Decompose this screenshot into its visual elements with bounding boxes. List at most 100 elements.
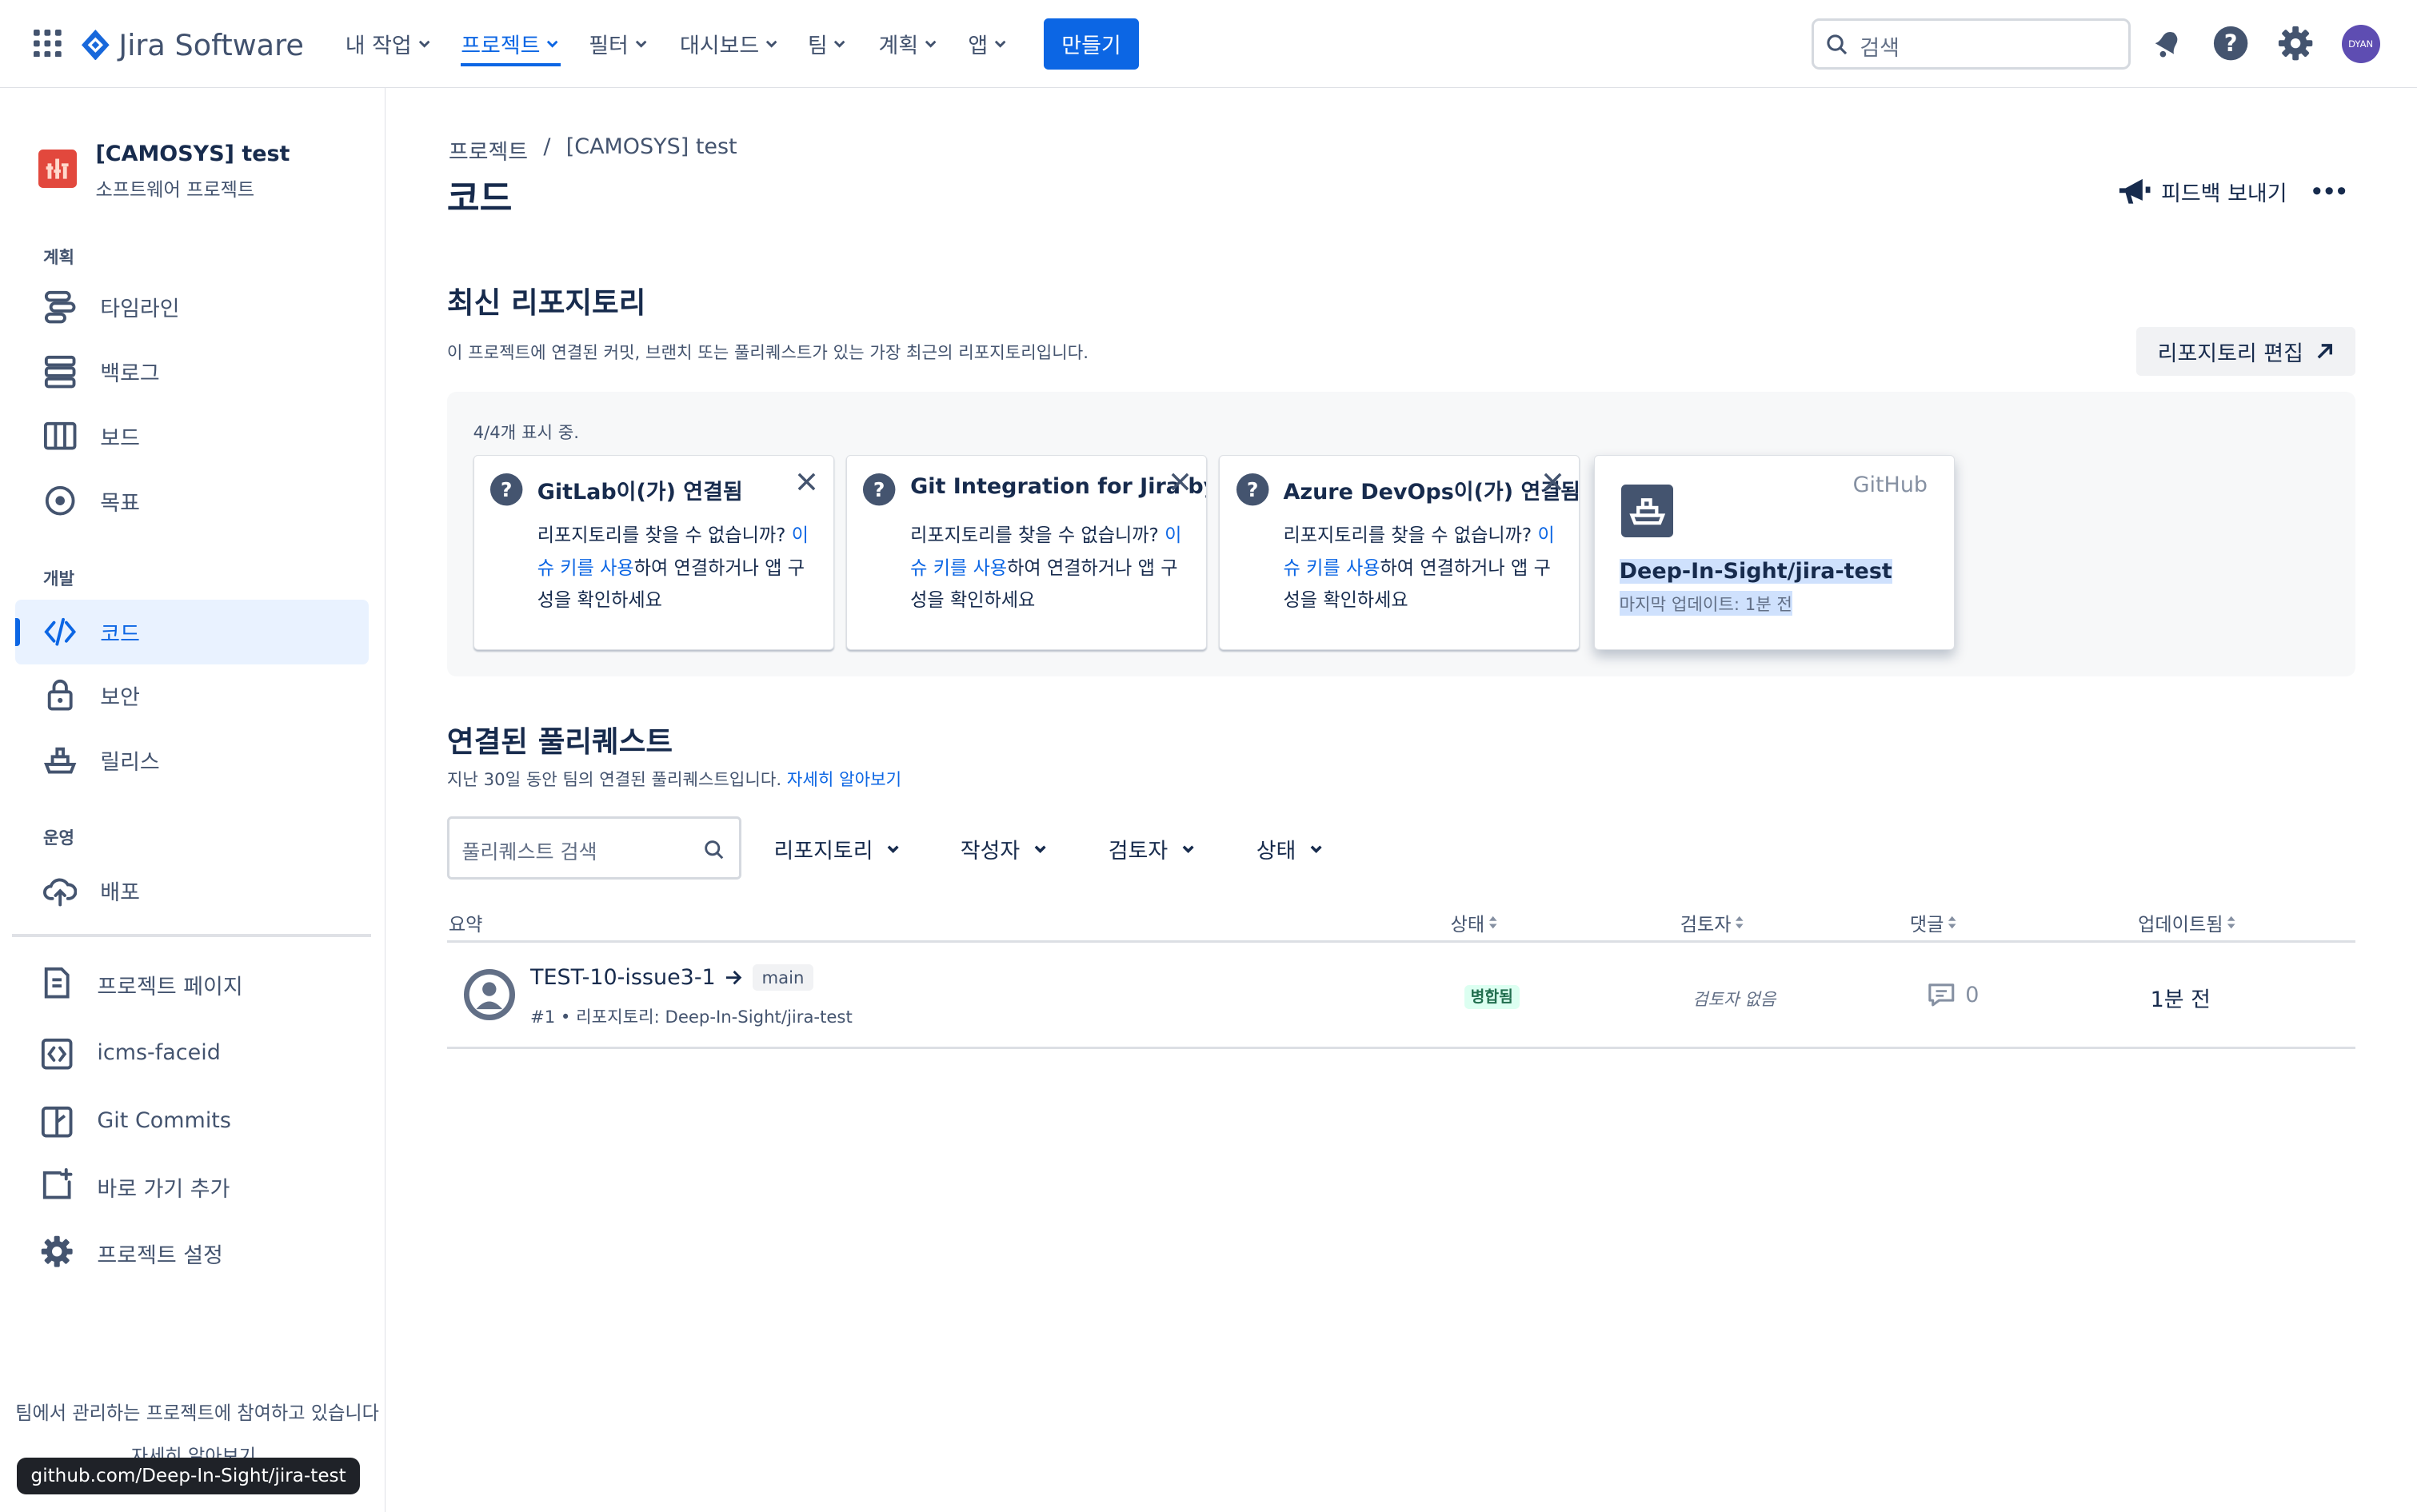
sidebar-item-timeline[interactable]: 타임라인 <box>15 274 368 339</box>
filter-repository[interactable]: 리포지토리 <box>774 829 901 869</box>
sidebar-link-label: Git Commits <box>97 1107 231 1133</box>
table-row[interactable]: TEST-10-issue3-1 main #1 • 리포지토리: Deep-I… <box>446 944 2355 1050</box>
product-name: Jira Software <box>118 27 304 62</box>
repo-card-azure-devops[interactable]: ? Azure DevOps이(가) 연결됨 리포지토리를 찾을 수 없습니까?… <box>1219 454 1580 651</box>
question-circle-icon: ? <box>1236 473 1269 506</box>
nav-filters[interactable]: 필터 <box>589 0 649 88</box>
sidebar-link-project-pages[interactable]: 프로젝트 페이지 <box>15 952 368 1014</box>
sidebar-link-project-settings[interactable]: 프로젝트 설정 <box>15 1220 368 1282</box>
comment-count: 0 <box>1927 982 1979 1008</box>
avatar[interactable]: DYAN <box>2341 24 2380 63</box>
column-updated[interactable]: 업데이트됨 <box>2138 909 2237 936</box>
nav-projects[interactable]: 프로젝트 <box>461 0 561 88</box>
repo-card-help: 리포지토리를 찾을 수 없습니까? 이슈 키를 사용하여 연결하거나 앱 구성을… <box>1284 520 1558 616</box>
code-brackets-icon <box>42 1038 73 1070</box>
sort-icon <box>2227 916 2235 929</box>
megaphone-icon <box>2119 178 2151 204</box>
url-tooltip: github.com/Deep-In-Sight/jira-test <box>17 1458 360 1495</box>
chevron-down-icon <box>635 41 647 48</box>
pr-search-input[interactable]: 풀리퀘스트 검색 <box>446 816 742 880</box>
filter-label: 검토자 <box>1108 839 1169 864</box>
app-switcher-icon[interactable] <box>34 29 62 58</box>
sidebar-item-label: 보안 <box>100 684 140 710</box>
breadcrumb-projects[interactable]: 프로젝트 <box>449 134 528 166</box>
repo-card-git-integration[interactable]: ? Git Integration for Jira by GitKraken … <box>846 454 1208 651</box>
external-link-icon <box>2317 343 2333 359</box>
search-icon <box>705 840 724 859</box>
sidebar-item-backlog[interactable]: 백로그 <box>15 339 368 404</box>
ship-icon <box>43 747 77 774</box>
chevron-down-icon <box>994 41 1006 48</box>
filter-author[interactable]: 작성자 <box>961 829 1048 869</box>
sidebar-link-add-shortcut[interactable]: 바로 가기 추가 <box>15 1155 368 1216</box>
repo-card-gitlab[interactable]: ? GitLab이(가) 연결됨 리포지토리를 찾을 수 없습니까? 이슈 키를… <box>473 454 834 651</box>
search-placeholder: 검색 <box>1860 35 1900 61</box>
search-icon <box>1827 34 1848 54</box>
repo-card-title: Git Integration for Jira by GitKraken <box>910 473 1206 499</box>
sidebar-item-label: 배포 <box>100 880 140 906</box>
help-icon[interactable]: ? <box>2212 25 2249 62</box>
project-name[interactable]: [CAMOSYS] test <box>95 142 290 166</box>
pull-requests-heading: 연결된 풀리퀘스트 <box>446 724 673 760</box>
add-shortcut-icon <box>42 1167 73 1199</box>
sort-icon <box>1736 916 1744 929</box>
svg-text:?: ? <box>2223 30 2237 57</box>
close-icon[interactable] <box>796 471 817 493</box>
sidebar-item-label: 코드 <box>100 621 140 647</box>
repo-card-help: 리포지토리를 찾을 수 없습니까? 이슈 키를 사용하여 연결하거나 앱 구성을… <box>537 520 812 616</box>
repo-card-title: Azure DevOps이(가) 연결됨 <box>1283 479 1580 505</box>
nav-apps[interactable]: 앱 <box>968 0 1008 88</box>
pr-title[interactable]: TEST-10-issue3-1 main <box>530 964 814 991</box>
nav-label: 팀 <box>807 34 828 59</box>
nav-dashboards[interactable]: 대시보드 <box>680 0 779 88</box>
sidebar-link-icms-faceid[interactable]: icms-faceid <box>15 1023 368 1085</box>
repo-card-title: GitLab이(가) 연결됨 <box>537 479 743 505</box>
git-commits-icon <box>42 1106 73 1138</box>
section-label-ops: 운영 <box>42 828 74 848</box>
sidebar-link-label: 바로 가기 추가 <box>97 1176 230 1202</box>
sidebar-item-releases[interactable]: 릴리스 <box>15 728 368 792</box>
chevron-down-icon <box>1034 845 1046 854</box>
sidebar-item-board[interactable]: 보드 <box>15 404 368 469</box>
filter-status[interactable]: 상태 <box>1256 829 1324 869</box>
top-navigation: Jira Software 내 작업 프로젝트 필터 대시보드 팀 계획 앱 만… <box>0 0 2417 88</box>
nav-plans[interactable]: 계획 <box>879 0 939 88</box>
repo-name[interactable]: Deep-In-Sight/jira-test <box>1619 558 1892 584</box>
status-badge: 병합됨 <box>1464 984 1520 1010</box>
sidebar-item-goals[interactable]: 목표 <box>15 469 368 533</box>
edit-repos-button[interactable]: 리포지토리 편집 <box>2136 326 2355 377</box>
feedback-button[interactable]: 피드백 보내기 <box>2118 176 2287 207</box>
notifications-icon[interactable] <box>2151 26 2184 60</box>
filter-reviewer[interactable]: 검토자 <box>1109 829 1196 869</box>
sidebar-item-deployments[interactable]: 배포 <box>15 858 368 923</box>
column-label: 업데이트됨 <box>2138 915 2223 936</box>
chevron-down-icon <box>834 41 845 48</box>
breadcrumb-project[interactable]: [CAMOSYS] test <box>566 134 737 166</box>
column-status[interactable]: 상태 <box>1451 909 1499 936</box>
column-reviewer[interactable]: 검토자 <box>1680 909 1745 936</box>
chevron-down-icon <box>1182 845 1194 854</box>
sidebar-link-label: icms-faceid <box>97 1039 221 1065</box>
nav-teams[interactable]: 팀 <box>808 0 848 88</box>
breadcrumb: 프로젝트 / [CAMOSYS] test <box>449 134 737 166</box>
recent-repos-description: 이 프로젝트에 연결된 커밋, 브랜치 또는 풀리퀘스트가 있는 가장 최근의 … <box>446 342 1089 362</box>
pr-learn-more-link[interactable]: 자세히 알아보기 <box>787 769 901 789</box>
jira-logo[interactable]: Jira Software <box>82 28 304 62</box>
nav-my-work[interactable]: 내 작업 <box>346 0 432 88</box>
nav-label: 앱 <box>968 34 989 59</box>
column-comments[interactable]: 댓글 <box>1910 909 1958 936</box>
sidebar-link-label: 프로젝트 페이지 <box>97 975 243 1000</box>
repo-card-github[interactable]: GitHub Deep-In-Sight/jira-test 마지막 업데이트:… <box>1593 454 1955 651</box>
sidebar-item-security[interactable]: 보안 <box>15 663 368 728</box>
sidebar-item-code[interactable]: 코드 <box>15 599 369 664</box>
timeline-icon <box>44 291 76 324</box>
search-input[interactable]: 검색 <box>1811 18 2131 70</box>
settings-gear-icon[interactable] <box>2277 25 2314 62</box>
create-button[interactable]: 만들기 <box>1043 18 1140 70</box>
sidebar-link-label: 프로젝트 설정 <box>97 1243 223 1268</box>
project-avatar-icon <box>38 149 78 189</box>
close-icon[interactable] <box>1169 471 1191 493</box>
sidebar-link-git-commits[interactable]: Git Commits <box>15 1091 368 1153</box>
close-icon[interactable] <box>1542 471 1564 493</box>
more-options-icon[interactable] <box>2312 185 2346 197</box>
